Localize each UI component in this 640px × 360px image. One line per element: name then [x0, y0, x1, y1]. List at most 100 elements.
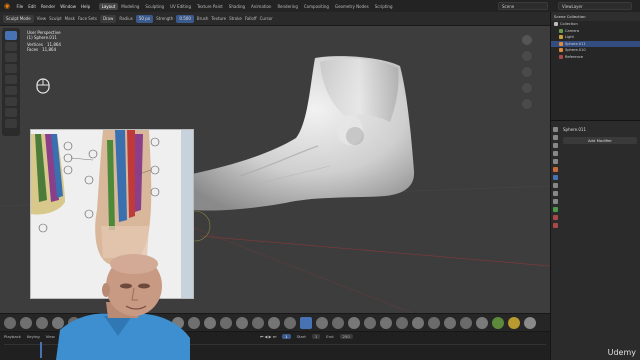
modifier-tab-icon[interactable] [553, 175, 558, 180]
brush-fill-icon[interactable] [252, 317, 264, 329]
tab-animation[interactable]: Animation [248, 3, 274, 10]
menu-brush[interactable]: Brush [197, 16, 209, 21]
brush-draw-sharp-icon[interactable] [20, 317, 32, 329]
tool-tab-icon[interactable] [553, 127, 558, 132]
camera-icon [522, 83, 532, 93]
tab-compositing[interactable]: Compositing [301, 3, 332, 10]
brush-cloth-icon[interactable] [460, 317, 472, 329]
tab-rendering[interactable]: Rendering [274, 3, 300, 10]
top-menu-bar: ◉ File Edit Render Window Help Layout Mo… [0, 0, 640, 12]
outliner-item[interactable]: Reference [551, 54, 640, 61]
clay-strips-tool[interactable] [5, 64, 17, 73]
sculpt-toolbar [2, 28, 20, 136]
scene-tab-icon[interactable] [553, 159, 558, 164]
blender-logo-icon[interactable]: ◉ [2, 1, 12, 11]
menu-help[interactable]: Help [78, 4, 92, 9]
viewport-stats: User Perspective (1) Sphere.011 Vertices… [27, 30, 61, 52]
inflate-tool[interactable] [5, 86, 17, 95]
brush-snake-hook-icon[interactable] [348, 317, 360, 329]
brush-smooth-icon[interactable] [220, 317, 232, 329]
brush-mask-icon[interactable] [492, 317, 504, 329]
object-tab-icon[interactable] [553, 167, 558, 172]
brush-simplify-icon[interactable] [476, 317, 488, 329]
clay-tool[interactable] [5, 53, 17, 62]
menu-file[interactable]: File [14, 4, 26, 9]
physics-tab-icon[interactable] [553, 191, 558, 196]
tab-texture-paint[interactable]: Texture Paint [194, 3, 226, 10]
render-tab-icon[interactable] [553, 135, 558, 140]
constraints-tab-icon[interactable] [553, 199, 558, 204]
brush-selector[interactable]: Draw [99, 14, 117, 23]
brush-nudge-icon[interactable] [396, 317, 408, 329]
view-layer-tab-icon[interactable] [553, 151, 558, 156]
brush-scrape-icon[interactable] [268, 317, 280, 329]
grab-tool[interactable] [5, 108, 17, 117]
menu-window[interactable]: Window [58, 4, 79, 9]
menu-sculpt[interactable]: Sculpt [49, 16, 62, 21]
draw-brush-tool[interactable] [5, 31, 17, 40]
data-tab-icon[interactable] [553, 207, 558, 212]
start-frame-field[interactable]: 1 [311, 334, 321, 339]
brush-draw-face-sets-icon[interactable] [508, 317, 520, 329]
image-icon [559, 54, 563, 59]
scene-selector[interactable]: Scene [498, 2, 548, 10]
end-frame-field[interactable]: 250 [339, 334, 353, 339]
menu-face-sets[interactable]: Face Sets [78, 16, 97, 21]
tab-modeling[interactable]: Modeling [118, 3, 142, 10]
brush-grab-icon[interactable] [316, 317, 328, 329]
brush-rotate-icon[interactable] [412, 317, 424, 329]
tab-shading[interactable]: Shading [226, 3, 248, 10]
tab-layout[interactable]: Layout [98, 2, 119, 10]
navigation-gizmo[interactable] [505, 30, 541, 140]
udemy-watermark: Udemy [607, 348, 636, 357]
tab-sculpting[interactable]: Sculpting [142, 3, 167, 10]
strength-field[interactable]: 0.500 [176, 14, 194, 23]
menu-stroke[interactable]: Stroke [229, 16, 242, 21]
brush-pose-icon[interactable] [380, 317, 392, 329]
brush-slide-relax-icon[interactable] [428, 317, 440, 329]
smooth-tool[interactable] [5, 97, 17, 106]
brush-boundary-icon[interactable] [444, 317, 456, 329]
layer-tool[interactable] [5, 75, 17, 84]
menu-cursor[interactable]: Cursor [260, 16, 273, 21]
tab-scripting[interactable]: Scripting [372, 3, 396, 10]
mask-tool[interactable] [5, 119, 17, 128]
play-controls-icon[interactable]: ⏮ ◀ ▶ ⏭ [260, 334, 276, 339]
output-tab-icon[interactable] [553, 143, 558, 148]
radius-field[interactable]: 50 px [135, 14, 154, 23]
mode-selector[interactable]: Sculpt Mode [3, 14, 34, 23]
menu-texture[interactable]: Texture [211, 16, 226, 21]
brush-crease-icon[interactable] [204, 317, 216, 329]
timeline-keying-menu[interactable]: Keying [27, 334, 40, 339]
particles-tab-icon[interactable] [553, 183, 558, 188]
brush-pinch-icon[interactable] [300, 317, 312, 329]
playhead[interactable] [40, 342, 42, 358]
camera-icon [559, 28, 563, 33]
properties-tabs [551, 125, 560, 245]
tab-uv-editing[interactable]: UV Editing [167, 3, 194, 10]
add-modifier-button[interactable]: Add Modifier [563, 137, 637, 144]
texture-tab-icon[interactable] [553, 223, 558, 228]
view-layer-selector[interactable]: ViewLayer [558, 2, 632, 10]
menu-edit[interactable]: Edit [26, 4, 39, 9]
menu-mask[interactable]: Mask [65, 16, 75, 21]
collection-icon [554, 22, 558, 27]
brush-paint-icon[interactable] [524, 317, 536, 329]
brush-flatten-icon[interactable] [236, 317, 248, 329]
menu-render[interactable]: Render [38, 4, 57, 9]
current-frame-field[interactable]: 1 [282, 334, 291, 339]
draw-sharp-tool[interactable] [5, 42, 17, 51]
brush-clay-icon[interactable] [36, 317, 48, 329]
timeline-playback-menu[interactable]: Playback [4, 334, 21, 339]
material-tab-icon[interactable] [553, 215, 558, 220]
menu-view[interactable]: View [37, 16, 47, 21]
brush-thumb-icon[interactable] [364, 317, 376, 329]
brush-draw-icon[interactable] [4, 317, 16, 329]
brush-elastic-icon[interactable] [332, 317, 344, 329]
pan-hand-icon [522, 67, 532, 77]
mesh-icon [559, 48, 563, 53]
menu-falloff[interactable]: Falloff [245, 16, 257, 21]
timeline-view-menu[interactable]: View [46, 334, 55, 339]
brush-multiplane-icon[interactable] [284, 317, 296, 329]
tab-geometry-nodes[interactable]: Geometry Nodes [332, 3, 372, 10]
